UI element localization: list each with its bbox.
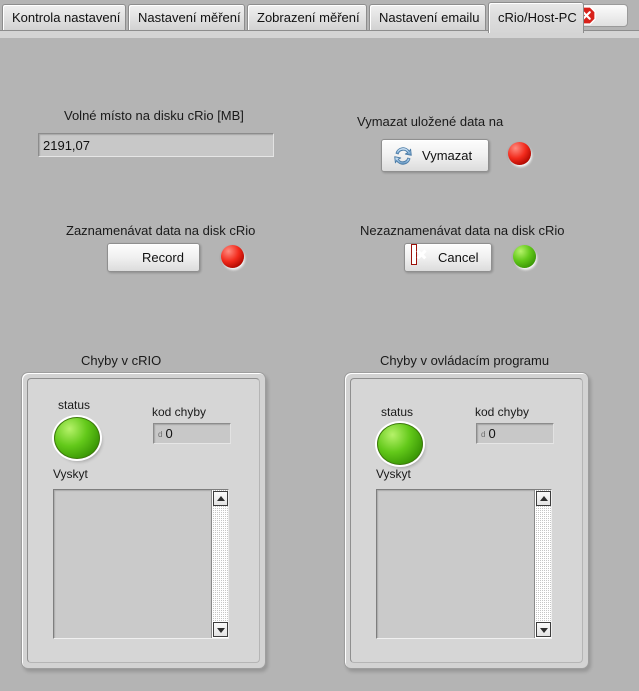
error-cluster-0-status-label: status: [58, 398, 91, 412]
cancel-led: [513, 245, 536, 268]
error-cluster-1: status kod chyby d 0 Vyskyt: [344, 372, 589, 669]
cancel-x-icon: [412, 244, 434, 269]
error-cluster-0-code-label: kod chyby: [152, 405, 207, 419]
refresh-sync-icon: [392, 145, 414, 167]
cancel-label: Nezaznamenávat data na disk cRio: [360, 223, 565, 238]
error-cluster-0-code-value: 0: [165, 426, 173, 441]
error-cluster-1-source-field[interactable]: [376, 489, 552, 639]
error-cluster-0-source-field[interactable]: [53, 489, 229, 639]
error-cluster-1-title: Chyby v ovládacím programu: [380, 353, 550, 368]
error-cluster-0-code-radix: d: [158, 429, 163, 439]
record-label: Zaznamenávat data na disk cRio: [66, 223, 256, 238]
tab-label: Kontrola nastavení: [12, 10, 121, 25]
record-dot-icon: [115, 247, 137, 269]
tab-0[interactable]: Kontrola nastavení: [2, 4, 126, 30]
record-led: [221, 245, 244, 268]
scroll-down-icon[interactable]: [536, 622, 551, 637]
error-cluster-1-code-radix: d: [481, 429, 486, 439]
tab-label: Nastavení emailu: [379, 10, 480, 25]
error-cluster-1-inner: status kod chyby d 0 Vyskyt: [350, 378, 583, 663]
error-cluster-0-source-label: Vyskyt: [53, 467, 88, 481]
scroll-down-icon[interactable]: [213, 622, 228, 637]
tab-1[interactable]: Nastavení měření: [128, 4, 245, 30]
scroll-up-icon[interactable]: [536, 491, 551, 506]
tab-page-content: Volné místo na disku cRio [MB] 2191,07 V…: [0, 38, 639, 691]
erase-led: [508, 142, 531, 165]
error-cluster-1-status-label: status: [381, 405, 414, 419]
tab-page: Volné místo na disku cRio [MB] 2191,07 V…: [0, 30, 639, 691]
tab-label: cRio/Host-PC: [498, 10, 577, 25]
tab-3[interactable]: Nastavení emailu: [369, 4, 486, 30]
error-cluster-1-code-value: 0: [488, 426, 496, 441]
disk-space-value: 2191,07: [43, 137, 90, 153]
error-cluster-1-code-field[interactable]: d 0: [476, 423, 554, 444]
erase-button-label: Vymazat: [422, 148, 473, 163]
tab-bar: Kontrola nastavení Nastavení měření Zobraz…: [0, 0, 639, 34]
error-cluster-1-scrollbar[interactable]: [534, 490, 551, 638]
error-cluster-1-source-label: Vyskyt: [376, 467, 411, 481]
scroll-up-icon[interactable]: [213, 491, 228, 506]
error-cluster-0-scrollbar[interactable]: [211, 490, 228, 638]
error-cluster-1-code-label: kod chyby: [475, 405, 530, 419]
error-cluster-0-code-field[interactable]: d 0: [153, 423, 231, 444]
error-cluster-0-inner: status kod chyby d 0 Vyskyt: [27, 378, 260, 663]
record-button[interactable]: Record: [107, 243, 200, 272]
disk-space-label: Volné místo na disku cRio [MB]: [64, 108, 244, 123]
error-cluster-0: status kod chyby d 0 Vyskyt: [21, 372, 266, 669]
cancel-button-label: Cancel: [438, 250, 479, 265]
disk-space-field[interactable]: 2191,07: [38, 133, 274, 157]
error-cluster-0-status-led: [54, 417, 100, 459]
cancel-button[interactable]: Cancel: [404, 243, 492, 272]
error-cluster-0-title: Chyby v cRIO: [81, 353, 162, 368]
record-button-label: Record: [142, 250, 184, 265]
erase-label: Vymazat uložené data na: [357, 114, 504, 129]
erase-button[interactable]: Vymazat: [381, 139, 489, 172]
tab-4[interactable]: cRio/Host-PC: [488, 2, 584, 33]
tab-2[interactable]: Zobrazení měření: [247, 4, 367, 30]
tab-label: Nastavení měření: [138, 10, 241, 25]
error-cluster-1-status-led: [377, 423, 423, 465]
tab-label: Zobrazení měření: [257, 10, 360, 25]
